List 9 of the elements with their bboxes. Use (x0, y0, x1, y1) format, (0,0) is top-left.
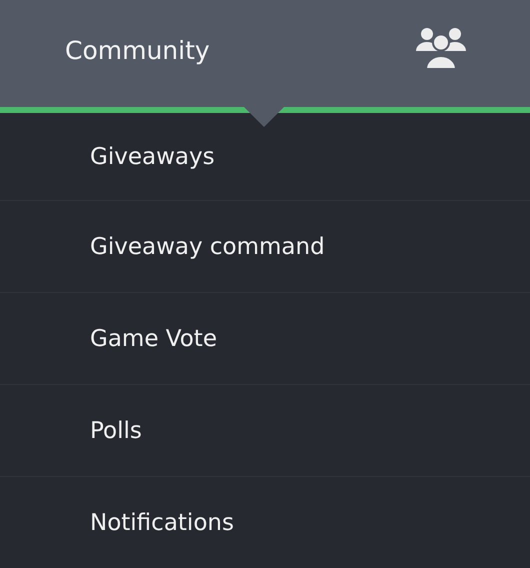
menu-item[interactable]: Giveaway command (0, 201, 530, 293)
menu-item[interactable]: Giveaways (0, 113, 530, 201)
header-title: Community (65, 36, 210, 65)
caret-icon (244, 107, 284, 127)
people-icon (416, 26, 466, 68)
menu-header[interactable]: Community (0, 0, 530, 113)
menu-item[interactable]: Notifications (0, 477, 530, 568)
menu-item[interactable]: Game Vote (0, 293, 530, 385)
menu-item[interactable]: Polls (0, 385, 530, 477)
